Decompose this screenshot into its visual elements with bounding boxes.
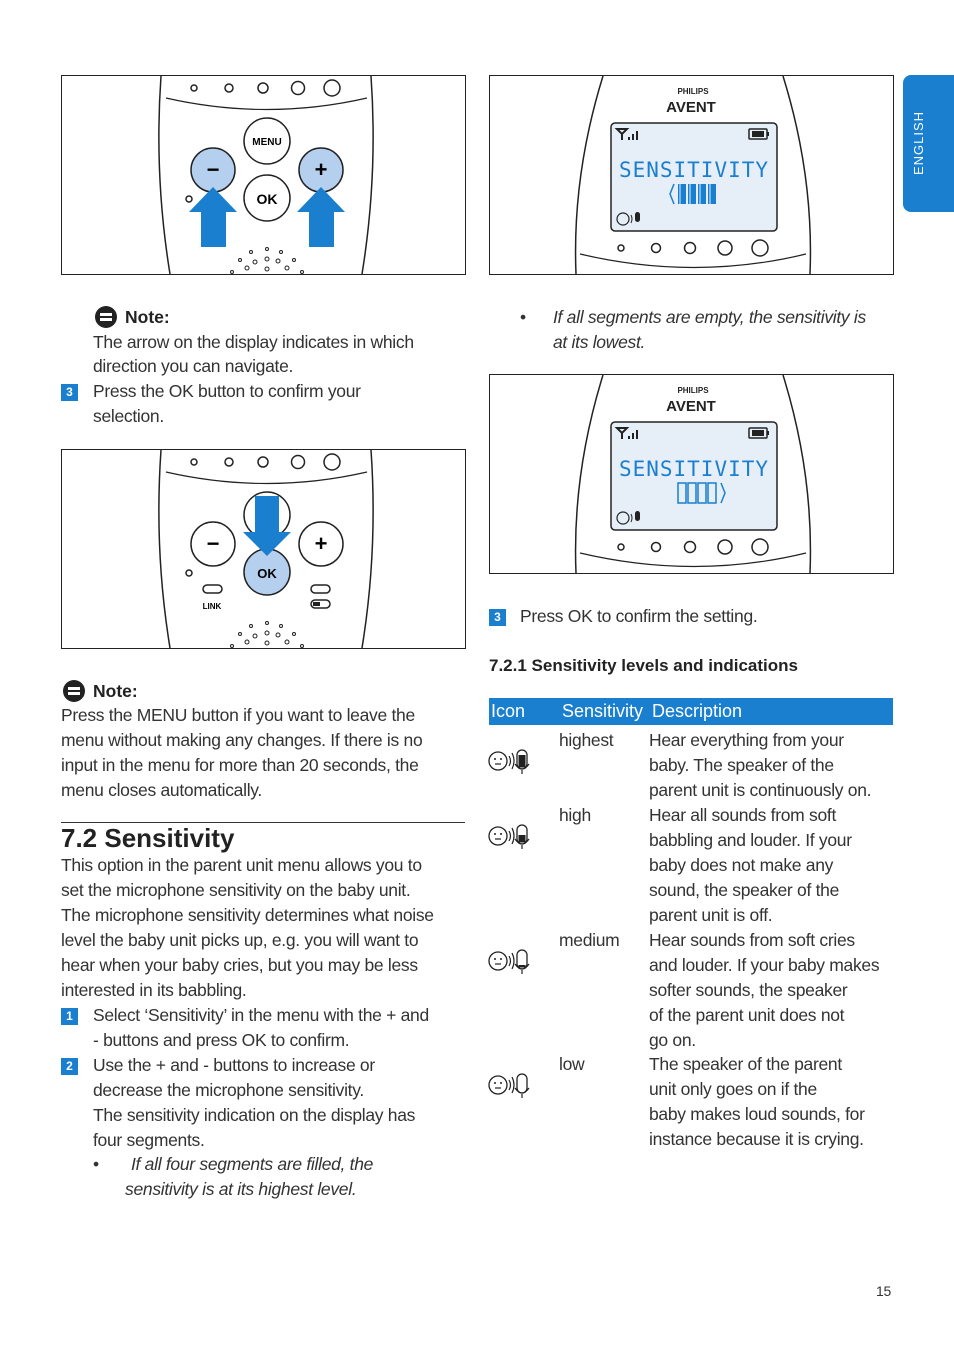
note-text: input in the menu for more than 20 secon… xyxy=(61,755,419,775)
step-number: 3 xyxy=(489,609,506,626)
note-text: direction you can navigate. xyxy=(93,356,294,376)
paragraph-line: interested in its babbling. xyxy=(61,980,247,1000)
description-line: babbling and louder. If your xyxy=(649,830,852,850)
bullet-mark: • xyxy=(520,307,526,327)
step-text: - buttons and press OK to confirm. xyxy=(93,1030,350,1050)
paragraph-line: set the microphone sensitivity on the ba… xyxy=(61,880,411,900)
table-header: Icon Sensitivity Description xyxy=(489,698,893,725)
bullet-text: sensitivity is at its highest level. xyxy=(125,1179,357,1199)
column-header-icon: Icon xyxy=(491,701,526,721)
microphone-icon xyxy=(635,511,640,521)
step-text: Select ‘Sensitivity’ in the menu with th… xyxy=(93,1005,429,1025)
step-number: 2 xyxy=(61,1058,78,1075)
figure-display-lowest: PHILIPS AVENT SENSITIVITY xyxy=(489,374,894,574)
brand-logo: AVENT xyxy=(666,398,716,415)
step-text: decrease the microphone sensitivity. xyxy=(93,1080,364,1100)
note-icon xyxy=(63,680,85,702)
description-line: parent unit is off. xyxy=(649,905,773,925)
lcd-text: SENSITIVITY xyxy=(619,457,769,481)
description-line: baby does not make any xyxy=(649,855,834,875)
subsection-title: 7.2.1 Sensitivity levels and indications xyxy=(489,656,798,675)
note-title: Note: xyxy=(93,681,138,701)
parent-unit-illustration: OK − + LINK xyxy=(158,450,374,648)
description-line: baby makes loud sounds, for xyxy=(649,1104,865,1124)
sensitivity-value: highest xyxy=(559,730,614,750)
figure-display-highest: PHILIPS AVENT SENSITIVITY xyxy=(489,75,894,275)
brand-top: PHILIPS xyxy=(677,386,709,395)
paragraph-line: This option in the parent unit menu allo… xyxy=(61,855,422,875)
parent-unit-display-illustration: PHILIPS AVENT SENSITIVITY xyxy=(574,375,812,573)
note-text: menu closes automatically. xyxy=(61,780,262,800)
description-line: sound, the speaker of the xyxy=(649,880,839,900)
description-line: parent unit is continuously on. xyxy=(649,780,872,800)
mic-level-2-icon xyxy=(488,949,530,974)
parent-unit-illustration: MENU OK − + xyxy=(158,76,374,274)
step-number: 1 xyxy=(61,1008,78,1025)
plus-button-label: + xyxy=(315,157,328,182)
note-icon xyxy=(95,306,117,328)
figure-menu-plus-minus: MENU OK − + xyxy=(61,75,466,275)
description-line: Hear all sounds from soft xyxy=(649,805,837,825)
microphone-icon xyxy=(635,212,640,222)
step-number: 3 xyxy=(61,384,78,401)
column-header-description: Description xyxy=(652,701,743,721)
step-text: Use the + and - buttons to increase or xyxy=(93,1055,375,1075)
up-arrow-icon xyxy=(297,187,345,247)
page-number: 15 xyxy=(876,1283,891,1299)
description-line: Hear everything from your xyxy=(649,730,844,750)
step-text: four segments. xyxy=(93,1130,205,1150)
mic-level-3-icon xyxy=(488,824,530,849)
bullet-text: If all four segments are filled, the xyxy=(131,1154,374,1174)
mic-level-4-icon xyxy=(488,749,530,774)
bullet-text: If all segments are empty, the sensitivi… xyxy=(553,307,866,327)
language-tab[interactable]: ENGLISH xyxy=(903,75,954,212)
note-title: Note: xyxy=(125,307,170,327)
description-line: of the parent unit does not xyxy=(649,1005,845,1025)
note-text: Press the MENU button if you want to lea… xyxy=(61,705,415,725)
step-text: Press the OK button to confirm your xyxy=(93,381,361,401)
plus-button-label: + xyxy=(315,531,328,556)
paragraph-line: level the baby unit picks up, e.g. you w… xyxy=(61,930,419,950)
menu-button-label: MENU xyxy=(252,137,281,148)
minus-button-label: − xyxy=(207,157,220,182)
lcd-text: SENSITIVITY xyxy=(619,158,769,182)
brand-logo: AVENT xyxy=(666,99,716,116)
up-arrow-icon xyxy=(189,187,237,247)
step-text: Press OK to confirm the setting. xyxy=(520,606,758,626)
sensitivity-value: medium xyxy=(559,930,620,950)
parent-unit-display-illustration: PHILIPS AVENT SENSITIVITY xyxy=(574,76,812,274)
paragraph-line: The microphone sensitivity determines wh… xyxy=(61,905,434,925)
step-text: The sensitivity indication on the displa… xyxy=(93,1105,416,1125)
language-tab-label: ENGLISH xyxy=(911,110,926,175)
step-text: selection. xyxy=(93,406,164,426)
column-header-sensitivity: Sensitivity xyxy=(562,701,644,721)
description-line: go on. xyxy=(649,1030,696,1050)
sensitivity-value: low xyxy=(559,1054,585,1074)
section-title: 7.2 Sensitivity xyxy=(61,823,235,853)
description-line: softer sounds, the speaker xyxy=(649,980,848,1000)
description-line: unit only goes on if the xyxy=(649,1079,817,1099)
ok-button-label: OK xyxy=(257,566,277,581)
note-text: menu without making any changes. If ther… xyxy=(61,730,423,750)
brand-top: PHILIPS xyxy=(677,87,709,96)
paragraph-line: hear when your baby cries, but you may b… xyxy=(61,955,418,975)
sensitivity-value: high xyxy=(559,805,591,825)
link-label: LINK xyxy=(203,602,222,611)
description-line: baby. The speaker of the xyxy=(649,755,834,775)
ok-button-label: OK xyxy=(257,191,278,207)
bullet-text: at its lowest. xyxy=(553,332,646,352)
note-text: The arrow on the display indicates in wh… xyxy=(93,332,414,352)
bullet-mark: • xyxy=(93,1154,99,1174)
description-line: instance because it is crying. xyxy=(649,1129,864,1149)
figure-ok-button: OK − + LINK xyxy=(61,449,466,649)
description-line: The speaker of the parent xyxy=(649,1054,842,1074)
minus-button-label: − xyxy=(207,531,220,556)
description-line: and louder. If your baby makes xyxy=(649,955,880,975)
mic-level-1-icon xyxy=(488,1073,530,1098)
description-line: Hear sounds from soft cries xyxy=(649,930,855,950)
